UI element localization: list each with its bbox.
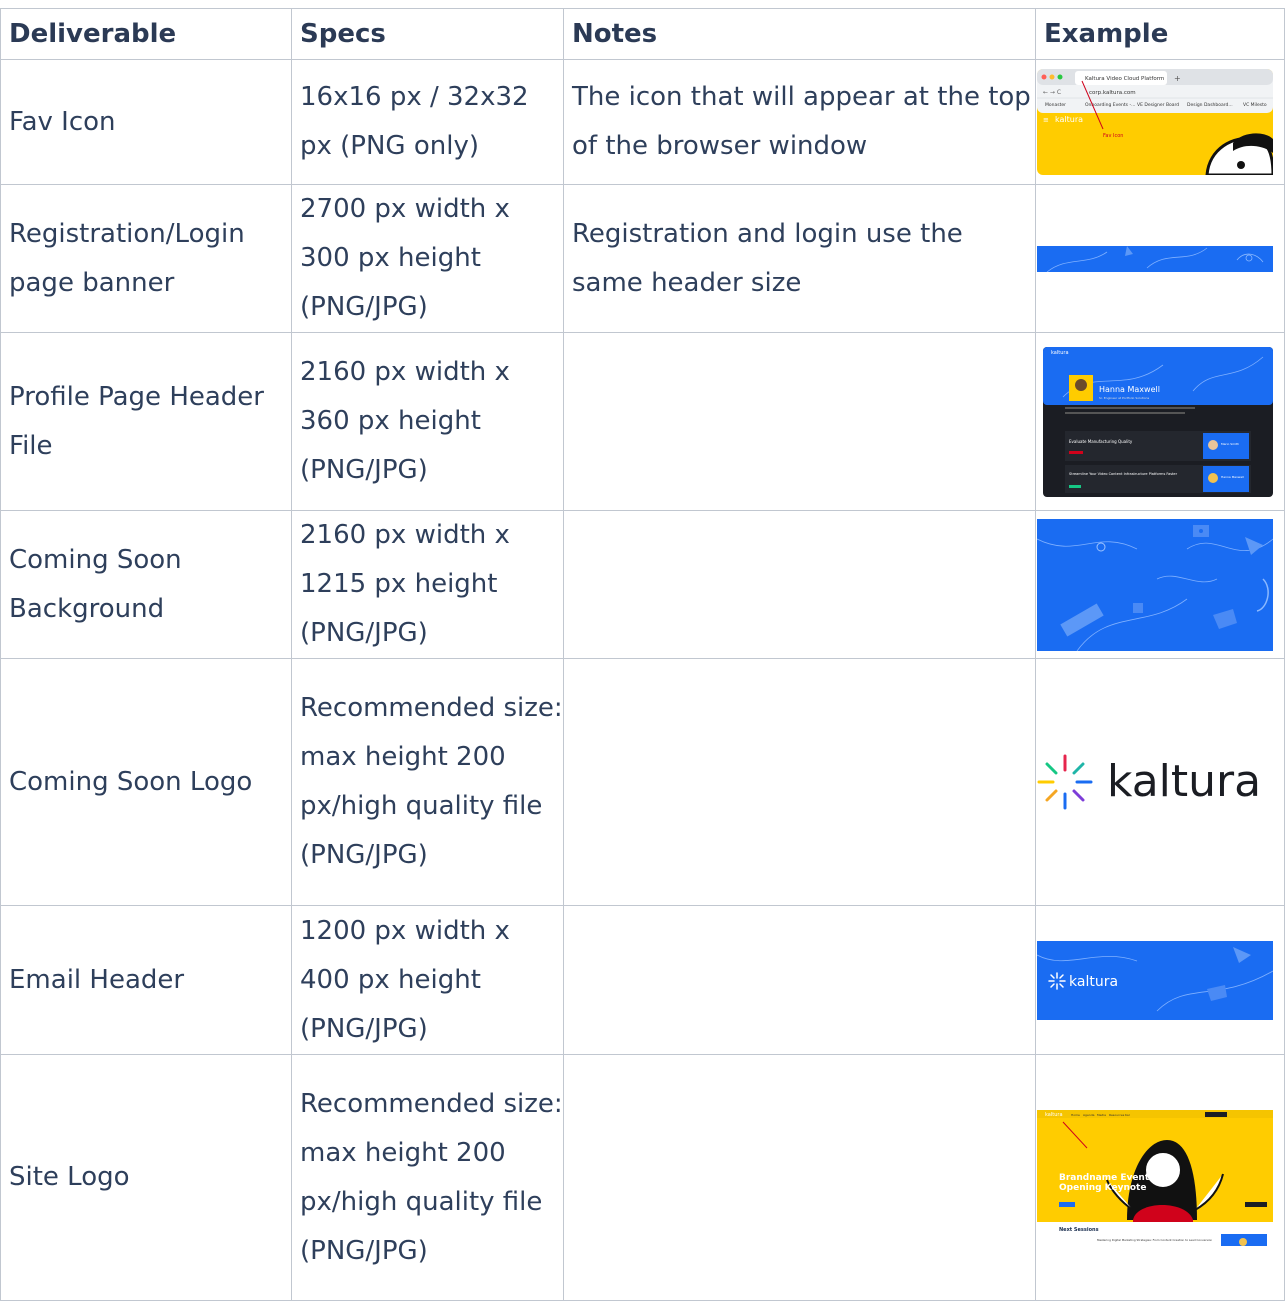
table-row: Fav Icon 16x16 px / 32x32 px (PNG only) … bbox=[0, 59, 1285, 185]
site-session-title: Mastering Digital Marketing Strategies: … bbox=[1097, 1238, 1212, 1242]
tab-title: Kaltura Video Cloud Platform bbox=[1085, 76, 1164, 82]
site-headline-1: Brandname Eventname bbox=[1059, 1173, 1177, 1183]
url-bar: corp.kaltura.com bbox=[1089, 90, 1136, 96]
example-cell: kaltura bbox=[1035, 905, 1285, 1055]
deliverable-cell: Profile Page Header File bbox=[0, 332, 292, 511]
table-row: Profile Page Header File 2160 px width x… bbox=[0, 332, 1285, 511]
specs-cell: 2160 px width x 360 px height (PNG/JPG) bbox=[291, 332, 564, 511]
profile-subtitle: Sr. Engineer at Portfolio Solutions bbox=[1099, 396, 1150, 400]
speaker-1: Mario Smith bbox=[1221, 442, 1239, 446]
bookmark-5: VC Milesto bbox=[1243, 102, 1267, 108]
example-cell: kaltura Home Agenda Media Resources Kal … bbox=[1035, 1054, 1285, 1301]
table-row: Site Logo Recommended size: max height 2… bbox=[0, 1054, 1285, 1301]
specs-cell: 16x16 px / 32x32 px (PNG only) bbox=[291, 59, 564, 185]
fav-icon-example-image: Kaltura Video Cloud Platform + ← → C cor… bbox=[1037, 69, 1273, 175]
coming-soon-background-image bbox=[1037, 518, 1273, 651]
example-cell bbox=[1035, 184, 1285, 333]
deliverable-cell: Coming Soon Background bbox=[0, 510, 292, 659]
deliverable-cell: Email Header bbox=[0, 905, 292, 1055]
deliverables-table: Deliverable Specs Notes Example Fav Icon… bbox=[0, 8, 1285, 1301]
table-row: Coming Soon Logo Recommended size: max h… bbox=[0, 658, 1285, 906]
example-cell: kaltura Hanna Maxwell Sr. Engineer at Po… bbox=[1035, 332, 1285, 511]
header-specs: Specs bbox=[291, 8, 564, 60]
notes-cell bbox=[563, 332, 1036, 511]
session-1-title: Evaluate Manufacturing Quality bbox=[1069, 439, 1133, 444]
profile-example-image: kaltura Hanna Maxwell Sr. Engineer at Po… bbox=[1043, 346, 1273, 497]
site-nav-2: Agenda bbox=[1083, 1113, 1095, 1117]
site-nav-1: Home bbox=[1071, 1113, 1080, 1117]
site-nav-3: Media bbox=[1097, 1113, 1106, 1117]
deliverable-cell: Site Logo bbox=[0, 1054, 292, 1301]
profile-brand: kaltura bbox=[1051, 350, 1069, 356]
email-wordmark: kaltura bbox=[1069, 974, 1118, 990]
table-row: Registration/Login page banner 2700 px w… bbox=[0, 184, 1285, 333]
svg-text:+: + bbox=[1174, 74, 1181, 83]
header-notes: Notes bbox=[563, 8, 1036, 60]
header-deliverable: Deliverable bbox=[0, 8, 292, 60]
site-headline-2: Opening Keynote bbox=[1059, 1183, 1146, 1193]
kaltura-logo-image: kaltura bbox=[1037, 754, 1261, 810]
site-nav-5: Kal bbox=[1125, 1113, 1130, 1117]
table-row: Coming Soon Background 2160 px width x 1… bbox=[0, 510, 1285, 659]
notes-cell: Registration and login use the same head… bbox=[563, 184, 1036, 333]
logo-wordmark: kaltura bbox=[1107, 756, 1261, 807]
notes-cell bbox=[563, 1054, 1036, 1301]
bookmark-3: VE Designer Board bbox=[1137, 102, 1179, 108]
site-nav-4: Resources bbox=[1109, 1113, 1125, 1117]
specs-cell: Recommended size: max height 200 px/high… bbox=[291, 658, 564, 906]
speaker-2: Hanna Maxwell bbox=[1221, 475, 1244, 479]
specs-cell: 2700 px width x 300 px height (PNG/JPG) bbox=[291, 184, 564, 333]
brand-text: kaltura bbox=[1055, 115, 1083, 124]
fav-icon-annotation: Fav Icon bbox=[1103, 133, 1123, 139]
deliverable-cell: Coming Soon Logo bbox=[0, 658, 292, 906]
notes-cell bbox=[563, 510, 1036, 659]
bookmark-1: Monaster bbox=[1045, 102, 1066, 108]
session-2-title: Streamline Your Video Content Infrastruc… bbox=[1069, 472, 1178, 476]
table-row: Email Header 1200 px width x 400 px heig… bbox=[0, 905, 1285, 1055]
email-header-image: kaltura bbox=[1037, 940, 1273, 1020]
example-cell: kaltura bbox=[1035, 658, 1285, 906]
notes-cell bbox=[563, 658, 1036, 906]
example-cell: Kaltura Video Cloud Platform + ← → C cor… bbox=[1035, 59, 1285, 185]
notes-cell bbox=[563, 905, 1036, 1055]
notes-cell: The icon that will appear at the top of … bbox=[563, 59, 1036, 185]
site-brand: kaltura bbox=[1045, 1112, 1063, 1118]
svg-text:← → C: ← → C bbox=[1043, 89, 1061, 96]
specs-cell: 2160 px width x 1215 px height (PNG/JPG) bbox=[291, 510, 564, 659]
deliverable-cell: Registration/Login page banner bbox=[0, 184, 292, 333]
example-cell bbox=[1035, 510, 1285, 659]
profile-name: Hanna Maxwell bbox=[1099, 385, 1160, 394]
banner-example-image bbox=[1037, 245, 1273, 272]
site-logo-example-image: kaltura Home Agenda Media Resources Kal … bbox=[1037, 1109, 1273, 1246]
specs-cell: Recommended size: max height 200 px/high… bbox=[291, 1054, 564, 1301]
deliverable-cell: Fav Icon bbox=[0, 59, 292, 185]
bookmark-4: Design Dashboard... bbox=[1187, 102, 1233, 108]
site-next-sessions: Next Sessions bbox=[1059, 1227, 1099, 1233]
specs-cell: 1200 px width x 400 px height (PNG/JPG) bbox=[291, 905, 564, 1055]
header-example: Example bbox=[1035, 8, 1285, 60]
svg-text:≡: ≡ bbox=[1043, 116, 1049, 124]
table-header-row: Deliverable Specs Notes Example bbox=[0, 8, 1285, 60]
